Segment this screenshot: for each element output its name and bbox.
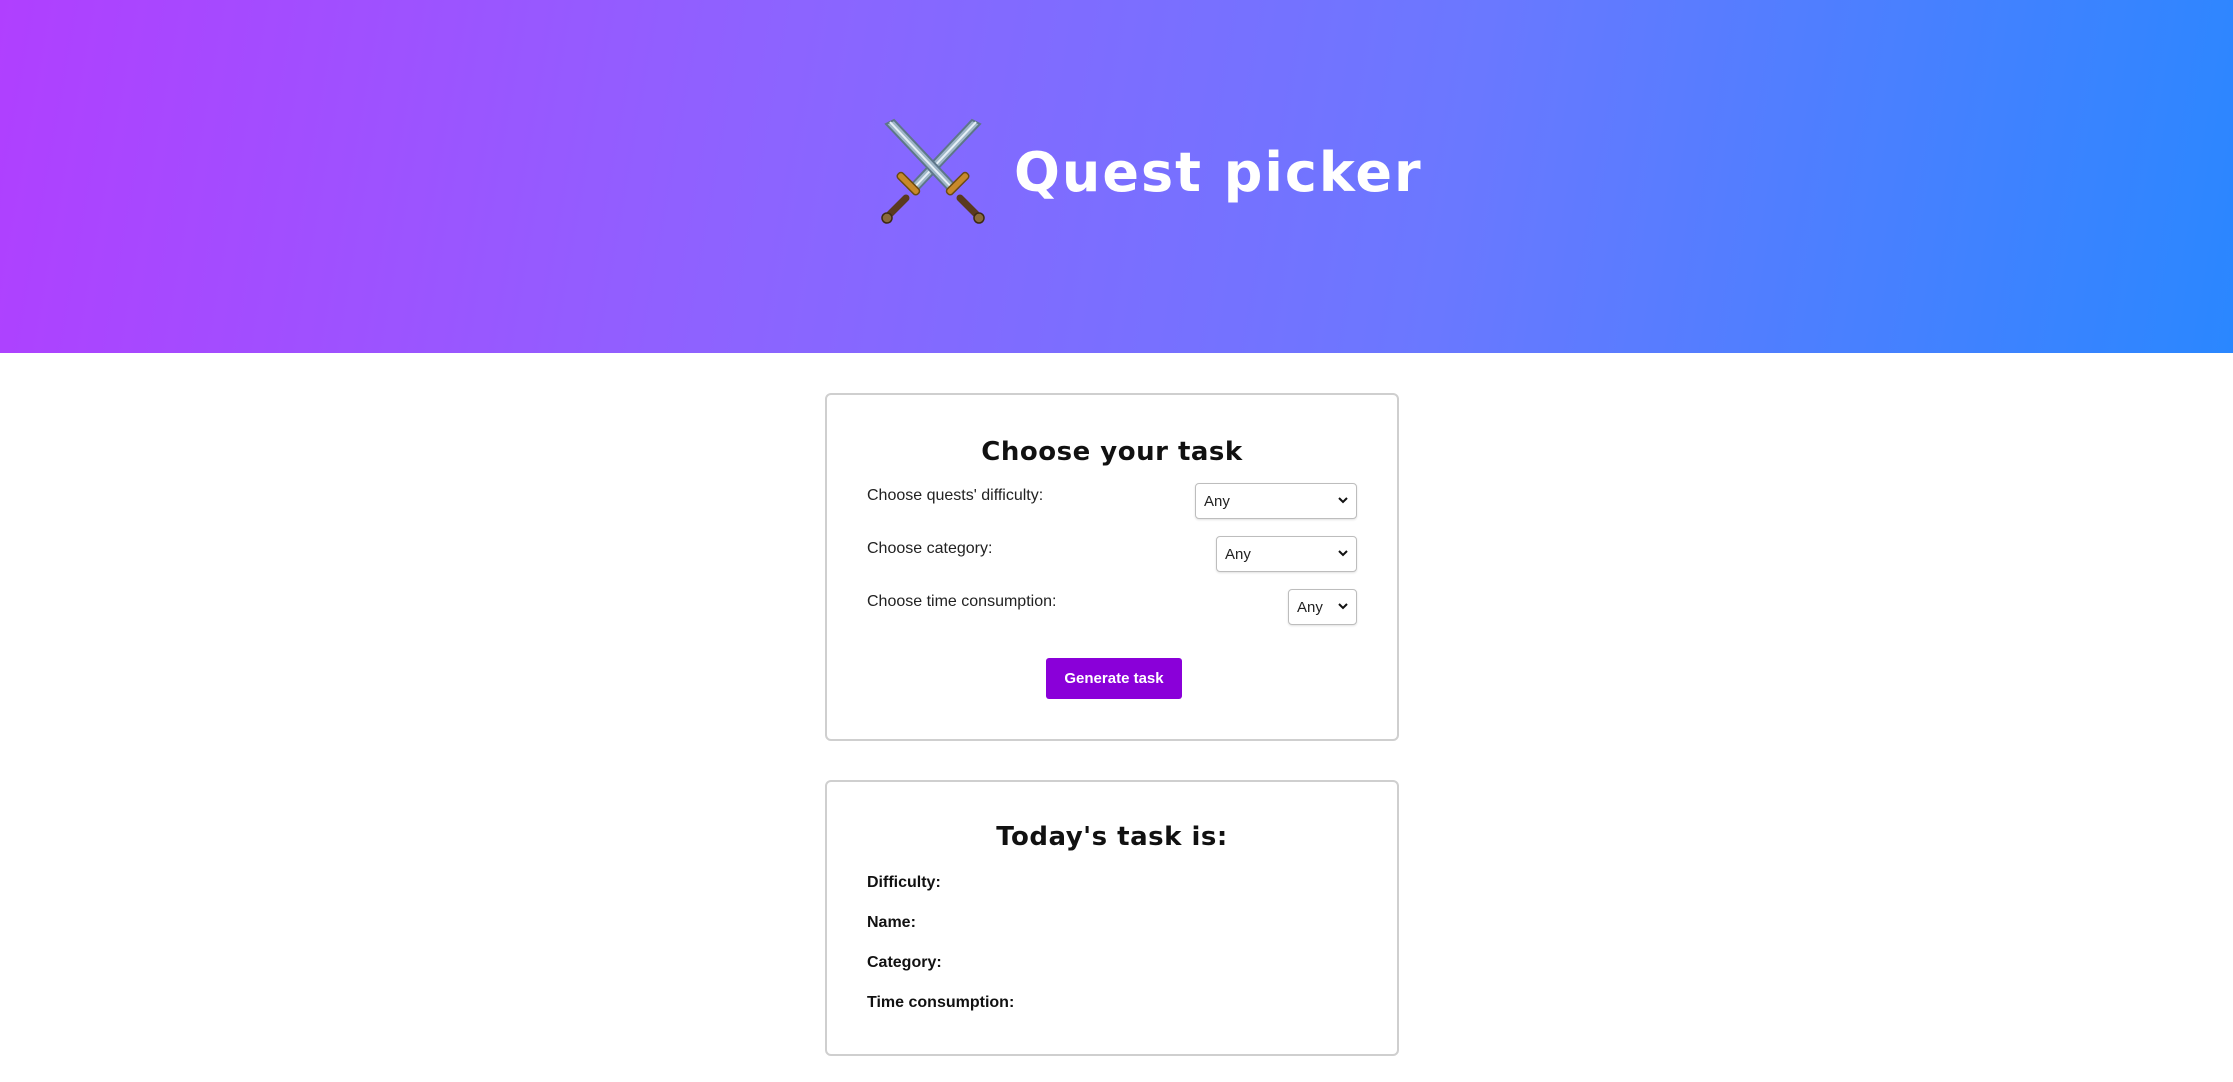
time-label: Choose time consumption:: [867, 593, 1057, 610]
choose-task-title: Choose your task: [981, 437, 1243, 467]
chevron-down-icon: [1338, 603, 1348, 610]
chevron-down-icon: [1338, 550, 1348, 557]
difficulty-select-value: Any: [1204, 492, 1230, 510]
difficulty-row: Choose quests' difficulty: Any: [867, 483, 1357, 523]
app-title: Quest picker: [1014, 141, 1423, 204]
result-time-label: Time consumption:: [867, 994, 1015, 1011]
difficulty-select[interactable]: Any: [1195, 483, 1357, 519]
result-difficulty-label: Difficulty:: [867, 874, 941, 891]
time-select-value: Any: [1297, 598, 1323, 616]
category-label: Choose category:: [867, 540, 993, 557]
time-select[interactable]: Any: [1288, 589, 1357, 625]
generate-task-button[interactable]: Generate task: [1046, 658, 1182, 699]
result-name-label: Name:: [867, 914, 916, 931]
category-select-value: Any: [1225, 545, 1251, 563]
difficulty-label: Choose quests' difficulty:: [867, 487, 1044, 504]
time-row: Choose time consumption: Any: [867, 589, 1357, 629]
category-select[interactable]: Any: [1216, 536, 1357, 572]
todays-task-title: Today's task is:: [996, 822, 1228, 852]
category-row: Choose category: Any: [867, 536, 1357, 576]
todays-task-card: Today's task is: Difficulty: Name: Categ…: [825, 780, 1399, 1056]
header-banner: Quest picker: [0, 0, 2233, 353]
choose-task-card: Choose your task Choose quests' difficul…: [825, 393, 1399, 741]
app-logo: Quest picker: [880, 118, 1423, 228]
chevron-down-icon: [1338, 497, 1348, 504]
crossed-swords-icon: [880, 118, 986, 228]
result-category-label: Category:: [867, 954, 942, 971]
